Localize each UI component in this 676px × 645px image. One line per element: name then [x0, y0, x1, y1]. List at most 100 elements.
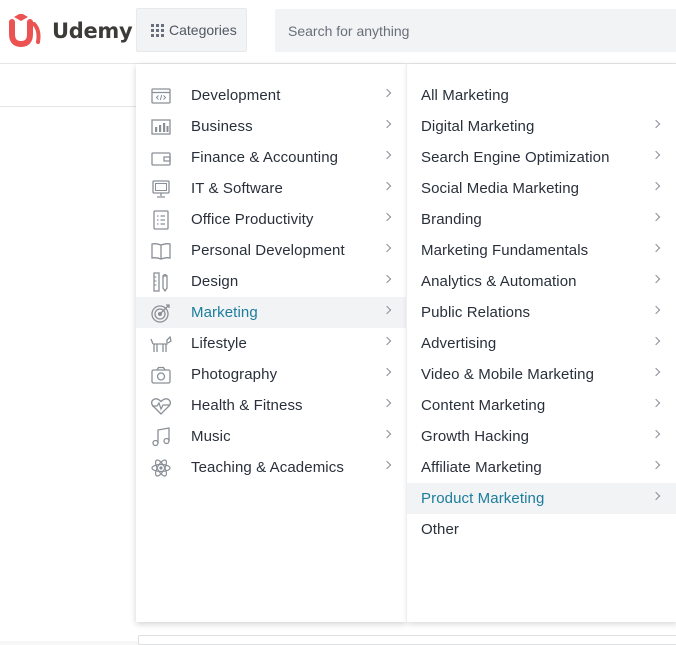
subcategory-label: Analytics & Automation [421, 273, 577, 290]
subcategory-item-analytics-and-automation[interactable]: Analytics & Automation [407, 266, 676, 297]
chevron-right-icon [651, 429, 661, 439]
target-icon [150, 302, 172, 324]
subcategory-item-growth-hacking[interactable]: Growth Hacking [407, 421, 676, 452]
category-label: Lifestyle [191, 335, 247, 352]
subcategory-label: Social Media Marketing [421, 180, 580, 197]
chevron-right-icon [382, 274, 392, 284]
subcategory-label: All Marketing [421, 87, 509, 104]
subcategory-label: Content Marketing [421, 397, 546, 414]
chevron-right-icon [651, 274, 661, 284]
subcategory-item-social-media-marketing[interactable]: Social Media Marketing [407, 173, 676, 204]
category-item-marketing[interactable]: Marketing [136, 297, 406, 328]
subcategory-label: Video & Mobile Marketing [421, 366, 595, 383]
subcategory-label: Digital Marketing [421, 118, 535, 135]
bar-chart-icon [150, 116, 172, 138]
chevron-right-icon [651, 150, 661, 160]
subcategory-label: Advertising [421, 335, 497, 352]
search-bar [275, 8, 676, 53]
subcategory-item-marketing-fundamentals[interactable]: Marketing Fundamentals [407, 235, 676, 266]
subcategory-label: Public Relations [421, 304, 531, 321]
category-item-it-and-software[interactable]: IT & Software [136, 173, 406, 204]
category-item-design[interactable]: Design [136, 266, 406, 297]
dog-icon [150, 333, 172, 355]
grid-icon [151, 23, 164, 37]
categories-list: Development Business Finance & Accounting I… [136, 80, 406, 483]
category-label: Design [191, 273, 239, 290]
chevron-right-icon [382, 150, 392, 160]
subcategory-item-advertising[interactable]: Advertising [407, 328, 676, 359]
chevron-right-icon [651, 367, 661, 377]
chevron-right-icon [382, 367, 392, 377]
heartbeat-icon [150, 395, 172, 417]
camera-icon [150, 364, 172, 386]
subcategory-item-branding[interactable]: Branding [407, 204, 676, 235]
subcategory-item-content-marketing[interactable]: Content Marketing [407, 390, 676, 421]
category-label: Personal Development [191, 242, 345, 259]
chevron-right-icon [382, 243, 392, 253]
wallet-icon [150, 147, 172, 169]
subcategory-item-other[interactable]: Other [407, 514, 676, 545]
category-label: Health & Fitness [191, 397, 303, 414]
categories-label: Categories [169, 22, 237, 38]
category-item-photography[interactable]: Photography [136, 359, 406, 390]
category-label: Business [191, 118, 253, 135]
subcategory-label: Marketing Fundamentals [421, 242, 589, 259]
subcategory-label: Other [421, 521, 460, 538]
categories-button[interactable]: Categories [136, 8, 247, 52]
category-item-teaching-and-academics[interactable]: Teaching & Academics [136, 452, 406, 483]
chevron-right-icon [382, 460, 392, 470]
category-label: Office Productivity [191, 211, 314, 228]
chevron-right-icon [651, 460, 661, 470]
search-input[interactable] [275, 8, 676, 53]
checklist-icon [150, 209, 172, 231]
category-item-finance-and-accounting[interactable]: Finance & Accounting [136, 142, 406, 173]
subcategory-item-digital-marketing[interactable]: Digital Marketing [407, 111, 676, 142]
subcategory-item-product-marketing[interactable]: Product Marketing [407, 483, 676, 514]
monitor-icon [150, 178, 172, 200]
chevron-right-icon [651, 212, 661, 222]
categories-menu: Development Business Finance & Accounting I… [136, 64, 406, 622]
chevron-right-icon [651, 336, 661, 346]
chevron-right-icon [382, 398, 392, 408]
code-window-icon [150, 85, 172, 107]
subcategory-label: Affiliate Marketing [421, 459, 542, 476]
category-label: Music [191, 428, 231, 445]
subcategories-menu: All Marketing Digital Marketing Search Eng… [406, 64, 676, 622]
category-item-office-productivity[interactable]: Office Productivity [136, 204, 406, 235]
category-item-music[interactable]: Music [136, 421, 406, 452]
subcategories-list: All Marketing Digital Marketing Search Eng… [407, 80, 676, 545]
category-label: Photography [191, 366, 278, 383]
chevron-right-icon [651, 491, 661, 501]
udemy-logo[interactable]: Udemy [8, 14, 133, 48]
logo-text: Udemy [52, 19, 133, 43]
chevron-right-icon [651, 243, 661, 253]
category-label: Finance & Accounting [191, 149, 339, 166]
chevron-right-icon [382, 336, 392, 346]
category-item-business[interactable]: Business [136, 111, 406, 142]
chevron-right-icon [651, 119, 661, 129]
category-item-lifestyle[interactable]: Lifestyle [136, 328, 406, 359]
chevron-right-icon [651, 305, 661, 315]
category-item-health-and-fitness[interactable]: Health & Fitness [136, 390, 406, 421]
subcategory-item-affiliate-marketing[interactable]: Affiliate Marketing [407, 452, 676, 483]
category-label: IT & Software [191, 180, 283, 197]
chevron-right-icon [382, 88, 392, 98]
subcategory-label: Search Engine Optimization [421, 149, 610, 166]
category-item-development[interactable]: Development [136, 80, 406, 111]
category-label: Marketing [191, 304, 258, 321]
subcategory-item-video-and-mobile-marketing[interactable]: Video & Mobile Marketing [407, 359, 676, 390]
subcategory-item-public-relations[interactable]: Public Relations [407, 297, 676, 328]
category-label: Teaching & Academics [191, 459, 344, 476]
top-navbar: Udemy Categories [0, 0, 676, 64]
chevron-right-icon [382, 305, 392, 315]
chevron-right-icon [382, 181, 392, 191]
subcategory-label: Product Marketing [421, 490, 545, 507]
subcategory-item-all-marketing[interactable]: All Marketing [407, 80, 676, 111]
chevron-right-icon [382, 119, 392, 129]
subcategory-item-search-engine-optimization[interactable]: Search Engine Optimization [407, 142, 676, 173]
category-item-personal-development[interactable]: Personal Development [136, 235, 406, 266]
category-label: Development [191, 87, 281, 104]
subcategory-label: Branding [421, 211, 482, 228]
content-card-edge [138, 635, 676, 645]
chevron-right-icon [651, 398, 661, 408]
